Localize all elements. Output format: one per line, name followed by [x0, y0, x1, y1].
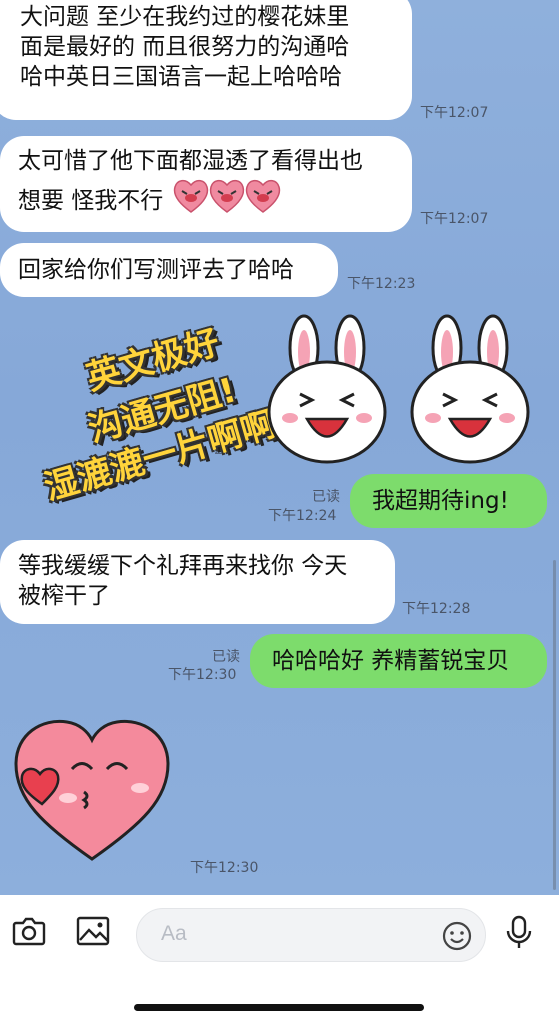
incoming-message[interactable]: 太可惜了他下面都湿透了看得出也 想要 怪我不行 — [0, 136, 412, 232]
message-line: 大问题 至少在我约过的樱花妹里 — [20, 4, 350, 30]
message-time: 下午12:24 — [268, 508, 337, 524]
camera-icon[interactable] — [12, 915, 46, 947]
chat-area[interactable]: 大问题 至少在我约过的樱花妹里 面是最好的 而且很努力的沟通哈 哈中英日三国语言… — [0, 0, 559, 895]
outgoing-message[interactable]: 我超期待ing! — [350, 474, 547, 528]
home-indicator[interactable] — [134, 1004, 424, 1011]
microphone-icon[interactable] — [505, 915, 533, 951]
message-time: 下午12:07 — [420, 211, 489, 227]
message-line: 被榨干了 — [18, 583, 110, 609]
kissing-heart-sticker-icon[interactable] — [12, 714, 172, 864]
laughing-rabbit-icon — [267, 314, 387, 464]
image-icon[interactable] — [76, 915, 110, 947]
message-time: 下午12:30 — [190, 860, 259, 876]
message-line: 哈哈哈好 养精蓄锐宝贝 — [272, 648, 510, 674]
message-line: 回家给你们写测评去了哈哈 — [18, 257, 294, 283]
message-time: 下午12:07 — [420, 105, 489, 121]
crying-heart-emoji-icon — [173, 176, 281, 224]
outgoing-message[interactable]: 哈哈哈好 养精蓄锐宝贝 — [250, 634, 547, 688]
input-placeholder: Aa — [161, 922, 187, 945]
read-receipt: 已读 — [212, 649, 240, 665]
message-time: 下午12:28 — [402, 601, 471, 617]
message-line: 等我缓缓下个礼拜再来找你 今天 — [18, 553, 348, 579]
laughing-rabbit-icon — [410, 314, 530, 464]
message-input[interactable]: Aa — [136, 908, 486, 962]
smiley-icon[interactable] — [441, 920, 473, 952]
message-line: 我超期待ing! — [372, 488, 509, 514]
incoming-message[interactable]: 大问题 至少在我约过的樱花妹里 面是最好的 而且很努力的沟通哈 哈中英日三国语言… — [0, 0, 412, 120]
message-line: 太可惜了他下面都湿透了看得出也 — [18, 148, 363, 174]
message-line-with-emoji: 想要 怪我不行 — [18, 176, 394, 224]
message-time: 下午12:23 — [347, 276, 416, 292]
message-line: 想要 怪我不行 — [18, 188, 164, 214]
message-line: 面是最好的 而且很努力的沟通哈 — [20, 34, 350, 60]
incoming-message[interactable]: 等我缓缓下个礼拜再来找你 今天 被榨干了 — [0, 540, 395, 624]
message-line: 哈中英日三国语言一起上哈哈哈 — [20, 64, 342, 90]
message-toolbar: Aa — [0, 895, 559, 1024]
message-time: 下午12:30 — [168, 667, 237, 683]
read-receipt: 已读 — [312, 489, 340, 505]
scrollbar[interactable] — [553, 560, 556, 890]
incoming-message[interactable]: 回家给你们写测评去了哈哈 — [0, 243, 338, 297]
